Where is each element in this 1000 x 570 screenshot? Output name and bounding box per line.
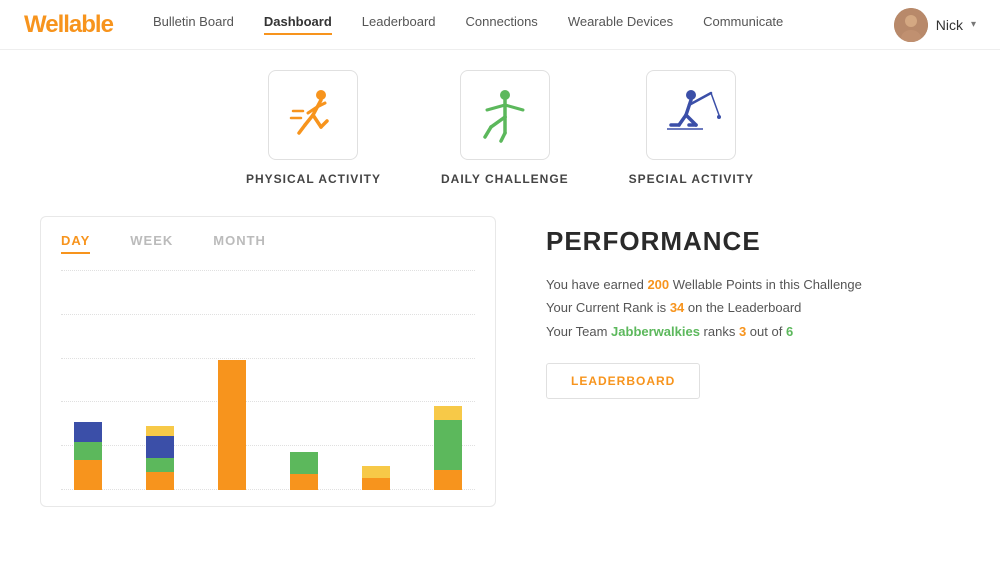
chart-tab-day[interactable]: DAY (61, 233, 90, 254)
bar-group-3 (277, 452, 331, 490)
chart-container: DAY WEEK MONTH (40, 216, 496, 507)
special-activity-icon-box (646, 70, 736, 160)
physical-activity-card[interactable]: PHYSICAL ACTIVITY (246, 70, 381, 186)
bar-segment (146, 426, 174, 436)
team-label: Your Team (546, 324, 611, 339)
nav-bulletin-board[interactable]: Bulletin Board (153, 14, 234, 35)
bar-group-1 (133, 426, 187, 490)
team-total-prefix: out of (746, 324, 786, 339)
physical-activity-label: PHYSICAL ACTIVITY (246, 172, 381, 186)
bar-segment (146, 436, 174, 458)
performance-section: PERFORMANCE You have earned 200 Wellable… (526, 216, 960, 507)
bar-group-5 (421, 406, 475, 490)
bar-segment (434, 470, 462, 490)
main-content: PHYSICAL ACTIVITY (0, 50, 1000, 527)
performance-title: PERFORMANCE (546, 226, 960, 257)
navbar: Wellable Bulletin Board Dashboard Leader… (0, 0, 1000, 50)
chart-area (61, 270, 475, 490)
bar-segment (146, 472, 174, 490)
nav-leaderboard[interactable]: Leaderboard (362, 14, 436, 35)
rank-label: Your Current Rank is (546, 300, 670, 315)
points-label: You have earned (546, 277, 647, 292)
bar-segment (146, 458, 174, 472)
user-name-label: Nick (936, 17, 963, 33)
bar-segment (218, 360, 246, 490)
run-icon (283, 85, 343, 145)
team-name: Jabberwalkies (611, 324, 700, 339)
leaderboard-button[interactable]: LEADERBOARD (546, 363, 700, 399)
nav-connections[interactable]: Connections (466, 14, 538, 35)
bar-segment (362, 478, 390, 490)
daily-challenge-card[interactable]: DAILY CHALLENGE (441, 70, 569, 186)
points-value: 200 (647, 277, 669, 292)
chart-tab-month[interactable]: MONTH (213, 233, 266, 254)
avatar-image (894, 8, 928, 42)
chart-grid (61, 270, 475, 490)
rank-suffix: on the Leaderboard (684, 300, 801, 315)
nav-wearable-devices[interactable]: Wearable Devices (568, 14, 673, 35)
physical-activity-icon-box (268, 70, 358, 160)
bar-segment (74, 422, 102, 442)
bar-segment (434, 420, 462, 470)
balance-icon (475, 85, 535, 145)
bar-group-2 (205, 360, 259, 490)
special-activity-label: SPECIAL ACTIVITY (629, 172, 754, 186)
bar-segment (74, 460, 102, 490)
nav-links: Bulletin Board Dashboard Leaderboard Con… (153, 14, 894, 35)
bar-group-4 (349, 466, 403, 490)
points-suffix: Wellable Points in this Challenge (669, 277, 862, 292)
bottom-section: DAY WEEK MONTH PERFORMANCE You have earn… (40, 216, 960, 507)
chart-tab-week[interactable]: WEEK (130, 233, 173, 254)
performance-text: You have earned 200 Wellable Points in t… (546, 273, 960, 343)
daily-challenge-label: DAILY CHALLENGE (441, 172, 569, 186)
bar-segment (362, 466, 390, 478)
bar-segment (434, 406, 462, 420)
team-total: 6 (786, 324, 793, 339)
user-menu[interactable]: Nick ▾ (894, 8, 976, 42)
team-suffix: ranks (700, 324, 739, 339)
chart-tabs: DAY WEEK MONTH (61, 233, 475, 254)
special-activity-card[interactable]: SPECIAL ACTIVITY (629, 70, 754, 186)
daily-challenge-icon-box (460, 70, 550, 160)
nav-dashboard[interactable]: Dashboard (264, 14, 332, 35)
fishing-icon (661, 85, 721, 145)
nav-communicate[interactable]: Communicate (703, 14, 783, 35)
rank-value: 34 (670, 300, 684, 315)
bar-segment (290, 452, 318, 474)
activity-cards: PHYSICAL ACTIVITY (40, 70, 960, 186)
user-chevron-icon: ▾ (971, 19, 976, 30)
bar-segment (74, 442, 102, 460)
bar-segment (290, 474, 318, 490)
logo[interactable]: Wellable (24, 11, 113, 39)
avatar (894, 8, 928, 42)
bar-group-0 (61, 422, 115, 490)
